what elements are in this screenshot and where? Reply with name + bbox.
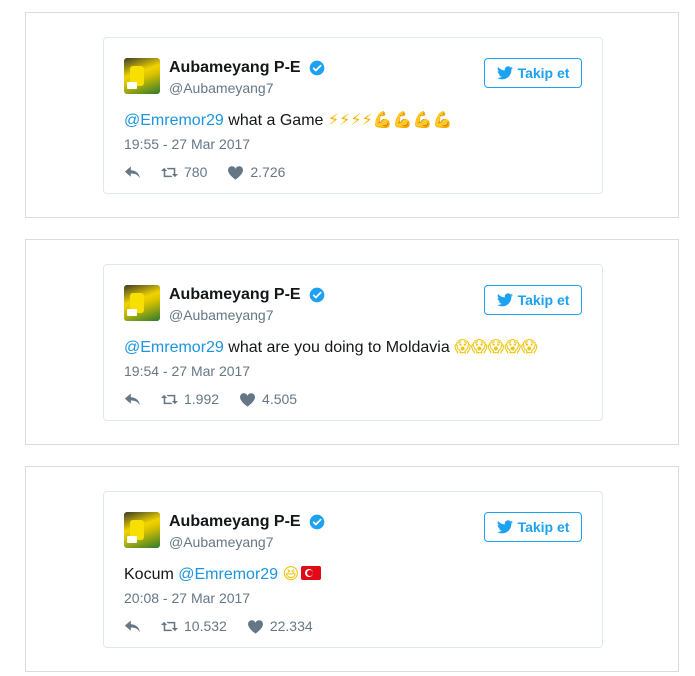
retweet-button[interactable]: 10.532 [161,618,227,634]
follow-button[interactable]: Takip et [484,285,582,315]
tweet-text-body: what are you doing to Moldavia [223,339,455,356]
lightning-emoji: ⚡⚡⚡⚡ [327,110,373,129]
tweet-card[interactable]: Aubameyang P-E @Aubameyang7 Takip et Koc… [103,491,603,648]
retweet-count: 1.992 [184,391,220,407]
tweet-text-body: what a Game [223,112,328,129]
tweet-actions: 1.992 4.505 [124,391,317,407]
tweet-embed-container: Aubameyang P-E @Aubameyang7 Takip et Koc… [25,466,679,672]
like-button[interactable]: 4.505 [239,391,297,407]
heart-icon [228,165,244,180]
avatar[interactable] [124,512,160,548]
tweet-text: @Emremor29 what a Game ⚡⚡⚡⚡💪💪💪💪 [124,109,453,132]
heart-icon [240,392,256,407]
twitter-bird-icon [496,293,513,307]
twitter-bird-icon [496,66,513,80]
like-count: 4.505 [262,391,298,407]
tweet-text: @Emremor29 what are you doing to Moldavi… [124,336,538,359]
follow-button-label: Takip et [517,519,570,535]
tweet-timestamp[interactable]: 19:54 - 27 Mar 2017 [124,362,250,380]
tweet-text: Kocum @Emremor29 😆 [124,563,322,586]
heart-icon [247,619,263,634]
tweet-text-prefix: Kocum [124,566,179,583]
twitter-bird-icon [496,520,513,534]
follow-button-label: Takip et [517,292,570,308]
author-handle[interactable]: @Aubameyang7 [169,306,325,324]
author-name[interactable]: Aubameyang P-E [169,512,301,532]
reply-icon [124,166,140,178]
tweet-embed-container: Aubameyang P-E @Aubameyang7 Takip et @Em… [25,12,679,218]
like-count: 22.334 [269,618,313,634]
retweet-count: 780 [184,164,208,180]
verified-badge-icon [309,60,325,76]
avatar[interactable] [124,58,160,94]
like-button[interactable]: 2.726 [227,164,285,180]
mention-link[interactable]: @Emremor29 [124,112,224,129]
tweet-card[interactable]: Aubameyang P-E @Aubameyang7 Takip et @Em… [103,37,603,194]
reply-icon [124,393,140,405]
avatar[interactable] [124,285,160,321]
verified-badge-icon [309,514,325,530]
like-count: 2.726 [250,164,286,180]
reply-button[interactable] [124,619,141,634]
tweet-actions: 780 2.726 [124,164,305,180]
retweet-icon [161,394,178,404]
reply-button[interactable] [124,392,141,407]
tweet-embed-container: Aubameyang P-E @Aubameyang7 Takip et @Em… [25,239,679,445]
author-handle[interactable]: @Aubameyang7 [169,533,325,551]
flexed-biceps-emoji: 💪💪💪💪 [372,110,453,129]
laughing-face-emoji: 😆 [282,564,300,583]
author-name[interactable]: Aubameyang P-E [169,58,301,78]
follow-button[interactable]: Takip et [484,512,582,542]
screaming-face-emoji: 😱😱😱😱😱 [454,337,538,356]
follow-button-label: Takip et [517,65,570,81]
tweet-actions: 10.532 22.334 [124,618,333,634]
author-handle[interactable]: @Aubameyang7 [169,79,325,97]
author-block: Aubameyang P-E @Aubameyang7 [169,512,325,551]
verified-badge-icon [309,287,325,303]
tweet-card[interactable]: Aubameyang P-E @Aubameyang7 Takip et @Em… [103,264,603,421]
author-block: Aubameyang P-E @Aubameyang7 [169,58,325,97]
tweet-timestamp[interactable]: 20:08 - 27 Mar 2017 [124,589,250,607]
retweet-icon [161,167,178,177]
retweet-button[interactable]: 780 [161,164,207,180]
like-button[interactable]: 22.334 [247,618,313,634]
author-name[interactable]: Aubameyang P-E [169,285,301,305]
reply-icon [124,620,140,632]
mention-link[interactable]: @Emremor29 [178,566,278,583]
tweet-timestamp[interactable]: 19:55 - 27 Mar 2017 [124,135,250,153]
retweet-count: 10.532 [184,618,227,634]
author-block: Aubameyang P-E @Aubameyang7 [169,285,325,324]
retweet-icon [161,621,178,631]
reply-button[interactable] [124,165,141,180]
mention-link[interactable]: @Emremor29 [124,339,224,356]
retweet-button[interactable]: 1.992 [161,391,219,407]
turkey-flag-icon [301,566,322,580]
follow-button[interactable]: Takip et [484,58,582,88]
